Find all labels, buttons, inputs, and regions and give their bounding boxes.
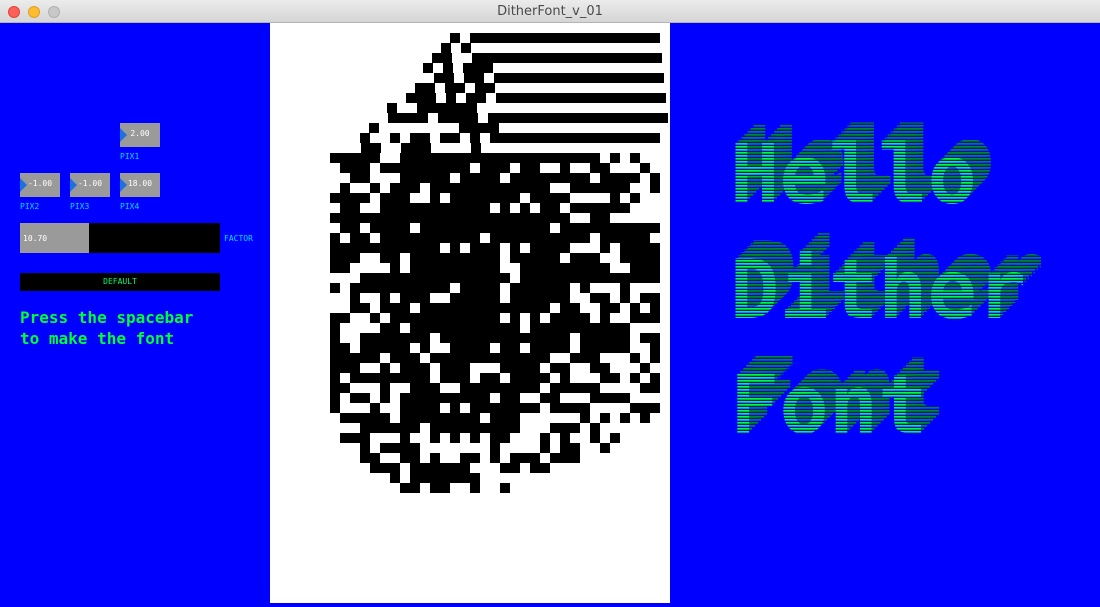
pix3-value: -1.00 (77, 179, 103, 188)
instruction-line: Press the spacebar (20, 308, 194, 327)
instruction-line: to make the font (20, 329, 175, 348)
preview-text-line: Dither (730, 243, 1026, 338)
factor-slider[interactable]: 10.70 (20, 223, 220, 253)
dithered-portrait-image (330, 33, 668, 493)
instructions: Press the spacebar to make the font (20, 307, 260, 349)
default-button[interactable]: DEFAULT (20, 273, 220, 291)
pix2-label: PIX2 (20, 202, 40, 211)
dither-canvas (270, 23, 670, 603)
factor-value: 10.70 (23, 234, 48, 243)
pix1-number-box[interactable]: 2.00 (120, 123, 160, 147)
pix4-value: 18.00 (127, 179, 153, 188)
window-title: DitherFont_v_01 (497, 4, 603, 19)
preview-text-line: Hello (730, 128, 977, 223)
window-titlebar: DitherFont_v_01 (0, 0, 1100, 23)
dithered-font-preview: HelloHelloHelloHelloHelloHelloHelloDithe… (730, 110, 1044, 453)
factor-label: FACTOR (224, 234, 253, 243)
pix4-number-box[interactable]: 18.00 (120, 173, 160, 197)
pix2-number-box[interactable]: -1.00 (20, 173, 60, 197)
pix1-label: PIX1 (120, 152, 140, 161)
pix3-label: PIX3 (70, 202, 90, 211)
pix1-value: 2.00 (130, 129, 150, 138)
pix2-value: -1.00 (27, 179, 53, 188)
font-preview-panel: Hello Hello Hello Hello Hello Hello Hello Dithe… (670, 23, 1100, 603)
pix3-number-box[interactable]: -1.00 (70, 173, 110, 197)
pix4-label: PIX4 (120, 202, 140, 211)
control-panel: 2.00 PIX1 -1.00 PIX2 -1.00 PIX3 18.00 PI… (0, 23, 270, 603)
preview-text-line: Font (730, 358, 927, 453)
